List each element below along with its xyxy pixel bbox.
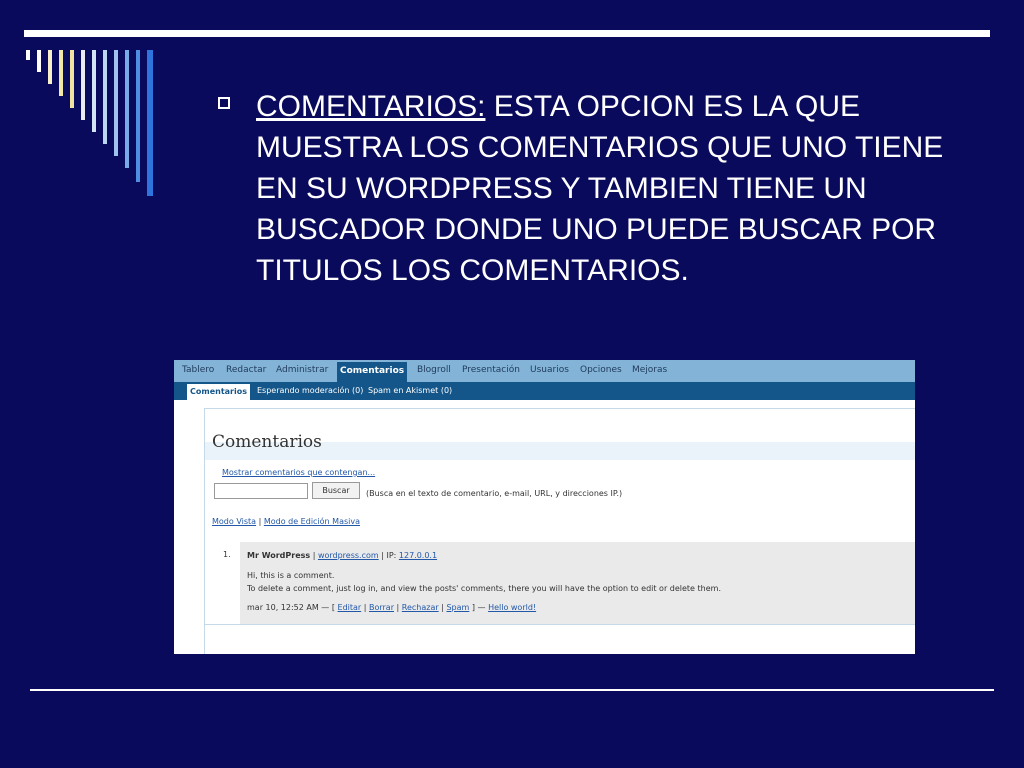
nav-mejoras[interactable]: Mejoras <box>632 365 667 375</box>
nav-redactar[interactable]: Redactar <box>226 365 266 375</box>
author-ip-link[interactable]: 127.0.0.1 <box>399 551 437 560</box>
deco-bar <box>114 50 118 156</box>
comment-divider <box>204 624 915 625</box>
comment-text-line1: Hi, this is a comment. <box>247 571 335 580</box>
pipe-sep: | <box>394 603 402 612</box>
search-comments-link[interactable]: Mostrar comentarios que contengan... <box>222 468 375 477</box>
ip-label: | IP: <box>378 551 399 560</box>
nav-tablero[interactable]: Tablero <box>182 365 214 375</box>
nav-comentarios[interactable]: Comentarios <box>337 362 408 382</box>
comment-date: mar 10, 12:52 AM — [ <box>247 603 338 612</box>
bullet-square-icon <box>218 97 230 109</box>
nav-opciones[interactable]: Opciones <box>580 365 622 375</box>
actions-close: ] — <box>469 603 489 612</box>
slide-body: COMENTARIOS: ESTA OPCION ES LA QUE MUEST… <box>256 86 956 291</box>
nav-presentacion[interactable]: Presentación <box>462 365 520 375</box>
delete-link[interactable]: Borrar <box>369 603 394 612</box>
top-rule <box>24 30 990 37</box>
edit-link[interactable]: Editar <box>338 603 362 612</box>
comment-author: Mr WordPress <box>247 551 311 560</box>
deco-bar <box>136 50 140 182</box>
subtab-comentarios[interactable]: Comentarios <box>187 384 250 400</box>
subtab-spam[interactable]: Spam en Akismet (0) <box>368 386 452 395</box>
bottom-rule <box>30 689 994 691</box>
deco-bar <box>147 50 153 196</box>
nav-administrar[interactable]: Administrar <box>276 365 328 375</box>
deco-bar <box>48 50 52 84</box>
view-mode-links: Modo Vista | Modo de Edición Masiva <box>212 517 360 526</box>
admin-nav: Tablero Redactar Administrar Comentarios… <box>174 360 915 382</box>
decorative-bars <box>26 50 166 210</box>
comment-number: 1. <box>223 550 231 559</box>
deco-bar <box>92 50 96 132</box>
subtab-moderacion[interactable]: Esperando moderación (0) <box>257 386 363 395</box>
nav-usuarios[interactable]: Usuarios <box>530 365 569 375</box>
spam-link[interactable]: Spam <box>446 603 469 612</box>
search-button[interactable]: Buscar <box>312 482 360 499</box>
mode-masiva-link[interactable]: Modo de Edición Masiva <box>264 517 360 526</box>
nav-blogroll[interactable]: Blogroll <box>417 365 451 375</box>
deco-bar <box>125 50 129 168</box>
slide-heading-label: COMENTARIOS: <box>256 90 486 123</box>
comments-subnav: Comentarios Esperando moderación (0) Spa… <box>174 382 915 400</box>
deco-bar <box>59 50 63 96</box>
deco-bar <box>81 50 85 120</box>
deco-bar <box>103 50 107 144</box>
search-input[interactable] <box>214 483 308 499</box>
wordpress-screenshot: Tablero Redactar Administrar Comentarios… <box>174 360 915 654</box>
comment-actions: mar 10, 12:52 AM — [ Editar | Borrar | R… <box>247 603 536 612</box>
deco-bar <box>70 50 74 108</box>
pipe-sep: | <box>361 603 369 612</box>
post-link[interactable]: Hello world! <box>488 603 536 612</box>
page-title: Comentarios <box>212 432 322 452</box>
comment-text-line2: To delete a comment, just log in, and vi… <box>247 584 721 593</box>
reject-link[interactable]: Rechazar <box>402 603 439 612</box>
search-hint: (Busca en el texto de comentario, e-mail… <box>366 489 623 498</box>
meta-sep: | <box>310 551 318 560</box>
mode-vista-link[interactable]: Modo Vista <box>212 517 256 526</box>
deco-bar <box>37 50 41 72</box>
author-url-link[interactable]: wordpress.com <box>318 551 379 560</box>
comment-meta: Mr WordPress | wordpress.com | IP: 127.0… <box>247 551 437 560</box>
mode-separator: | <box>256 517 264 526</box>
deco-bar <box>26 50 30 60</box>
